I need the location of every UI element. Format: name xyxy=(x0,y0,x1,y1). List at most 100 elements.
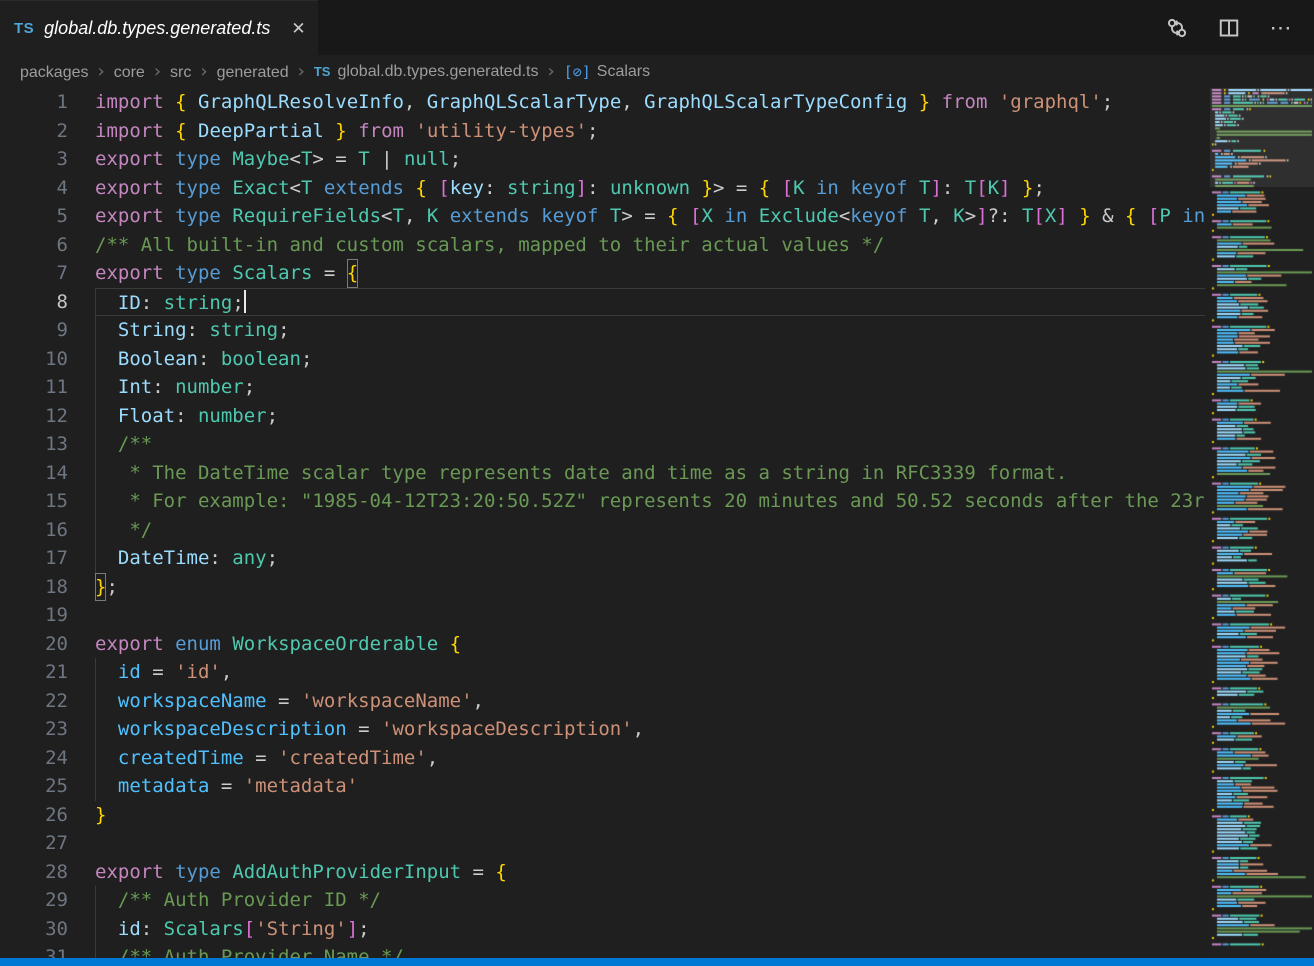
code-line[interactable]: 24 createdTime = 'createdTime', xyxy=(0,744,1205,773)
breadcrumb-item-src[interactable]: src xyxy=(170,64,191,81)
code-line[interactable]: 25 metadata = 'metadata' xyxy=(0,772,1205,801)
code-line[interactable]: 11 Int: number; xyxy=(0,373,1205,402)
code-line[interactable]: 18}; xyxy=(0,573,1205,602)
code-line-content: import { GraphQLResolveInfo, GraphQLScal… xyxy=(95,88,1205,117)
tab-global-db-types[interactable]: TS global.db.types.generated.ts ✕ xyxy=(0,0,318,55)
code-line[interactable]: 16 */ xyxy=(0,516,1205,545)
code-line[interactable]: 4export type Exact<T extends { [key: str… xyxy=(0,174,1205,203)
code-line-content: createdTime = 'createdTime', xyxy=(95,744,1205,773)
code-line[interactable]: 27 xyxy=(0,829,1205,858)
code-line[interactable]: 20export enum WorkspaceOrderable { xyxy=(0,630,1205,659)
code-token: ; xyxy=(267,402,278,431)
code-line[interactable]: 15 * For example: "1985-04-12T23:20:50.5… xyxy=(0,487,1205,516)
code-token: : xyxy=(152,373,175,402)
code-line[interactable]: 26} xyxy=(0,801,1205,830)
code-token: GraphQLScalarType xyxy=(427,88,621,117)
code-line-content: workspaceName = 'workspaceName', xyxy=(95,687,1205,716)
more-actions-icon[interactable]: ⋯ xyxy=(1268,15,1294,41)
code-token xyxy=(221,858,232,887)
code-line-content: } xyxy=(95,801,1205,830)
breadcrumb-item-packages[interactable]: packages xyxy=(20,64,89,81)
breadcrumb-item-core[interactable]: core xyxy=(114,64,145,81)
code-line[interactable]: 17 DateTime: any; xyxy=(0,544,1205,573)
code-token: string xyxy=(164,289,233,318)
code-token xyxy=(908,174,919,203)
code-token: /** Auth Provider ID */ xyxy=(118,886,381,915)
code-token xyxy=(221,202,232,231)
line-number: 14 xyxy=(0,459,95,488)
code-token: [ xyxy=(244,915,255,944)
code-line[interactable]: 5export type RequireFields<T, K extends … xyxy=(0,202,1205,231)
minimap[interactable] xyxy=(1210,88,1314,958)
code-token xyxy=(221,259,232,288)
code-line[interactable]: 13 /** xyxy=(0,430,1205,459)
code-line[interactable]: 9 String: string; xyxy=(0,316,1205,345)
tab-close-icon[interactable]: ✕ xyxy=(286,17,310,40)
line-number: 5 xyxy=(0,202,95,231)
code-token: ; xyxy=(232,289,243,318)
code-line[interactable]: 19 xyxy=(0,601,1205,630)
code-token: { xyxy=(415,174,426,203)
breadcrumb-symbol[interactable]: Scalars xyxy=(597,63,650,81)
code-token: K xyxy=(988,174,999,203)
code-token xyxy=(95,943,118,958)
code-token: = xyxy=(347,715,381,744)
code-line[interactable]: 3export type Maybe<T> = T | null; xyxy=(0,145,1205,174)
code-line[interactable]: 1import { GraphQLResolveInfo, GraphQLSca… xyxy=(0,88,1205,117)
code-line[interactable]: 6/** All built-in and custom scalars, ma… xyxy=(0,231,1205,260)
code-token xyxy=(713,202,724,231)
code-line-content: workspaceDescription = 'workspaceDescrip… xyxy=(95,715,1205,744)
breadcrumb-item-generated[interactable]: generated xyxy=(217,64,289,81)
code-line[interactable]: 8 ID: string; xyxy=(0,288,1205,317)
code-token: : xyxy=(141,289,164,318)
code-token: 'id' xyxy=(175,658,221,687)
code-token xyxy=(221,630,232,659)
code-token: : xyxy=(484,174,507,203)
code-token: = xyxy=(267,687,301,716)
minimap-slider[interactable] xyxy=(1210,88,1314,187)
split-editor-icon[interactable] xyxy=(1216,15,1242,41)
code-line[interactable]: 30 id: Scalars['String']; xyxy=(0,915,1205,944)
code-token: workspaceName xyxy=(118,687,267,716)
code-line[interactable]: 21 id = 'id', xyxy=(0,658,1205,687)
code-token: in xyxy=(816,174,839,203)
code-token xyxy=(164,145,175,174)
code-token xyxy=(95,886,118,915)
code-token: = xyxy=(312,259,346,288)
code-line-content: export type Scalars = { xyxy=(95,259,1205,288)
line-number: 4 xyxy=(0,174,95,203)
code-line-content: Float: number; xyxy=(95,402,1205,431)
code-token: & xyxy=(1091,202,1125,231)
code-token xyxy=(187,88,198,117)
code-line[interactable]: 22 workspaceName = 'workspaceName', xyxy=(0,687,1205,716)
code-token: ; xyxy=(587,117,598,146)
code-line[interactable]: 10 Boolean: boolean; xyxy=(0,345,1205,374)
code-token: } xyxy=(95,573,106,602)
line-number: 22 xyxy=(0,687,95,716)
code-line[interactable]: 14 * The DateTime scalar type represents… xyxy=(0,459,1205,488)
code-line[interactable]: 28export type AddAuthProviderInput = { xyxy=(0,858,1205,887)
code-line[interactable]: 29 /** Auth Provider ID */ xyxy=(0,886,1205,915)
code-token: type xyxy=(175,259,221,288)
code-token: } xyxy=(702,174,713,203)
code-token xyxy=(95,516,118,545)
code-line-content xyxy=(95,601,1205,630)
code-line[interactable]: 12 Float: number; xyxy=(0,402,1205,431)
code-token xyxy=(164,202,175,231)
code-token: T xyxy=(301,145,312,174)
compare-changes-icon[interactable] xyxy=(1164,15,1190,41)
code-token: key xyxy=(450,174,484,203)
code-line[interactable]: 7export type Scalars = { xyxy=(0,259,1205,288)
code-line[interactable]: 23 workspaceDescription = 'workspaceDesc… xyxy=(0,715,1205,744)
code-token xyxy=(404,117,415,146)
code-token xyxy=(95,715,118,744)
code-line[interactable]: 2import { DeepPartial } from 'utility-ty… xyxy=(0,117,1205,146)
code-area[interactable]: 1import { GraphQLResolveInfo, GraphQLSca… xyxy=(0,88,1205,958)
line-number: 26 xyxy=(0,801,95,830)
code-line[interactable]: 31 /** Auth Provider Name */ xyxy=(0,943,1205,958)
breadcrumb-file[interactable]: global.db.types.generated.ts xyxy=(337,63,538,81)
code-token xyxy=(404,174,415,203)
code-token: extends xyxy=(324,174,404,203)
code-token: ] xyxy=(930,174,941,203)
code-token: export xyxy=(95,630,164,659)
